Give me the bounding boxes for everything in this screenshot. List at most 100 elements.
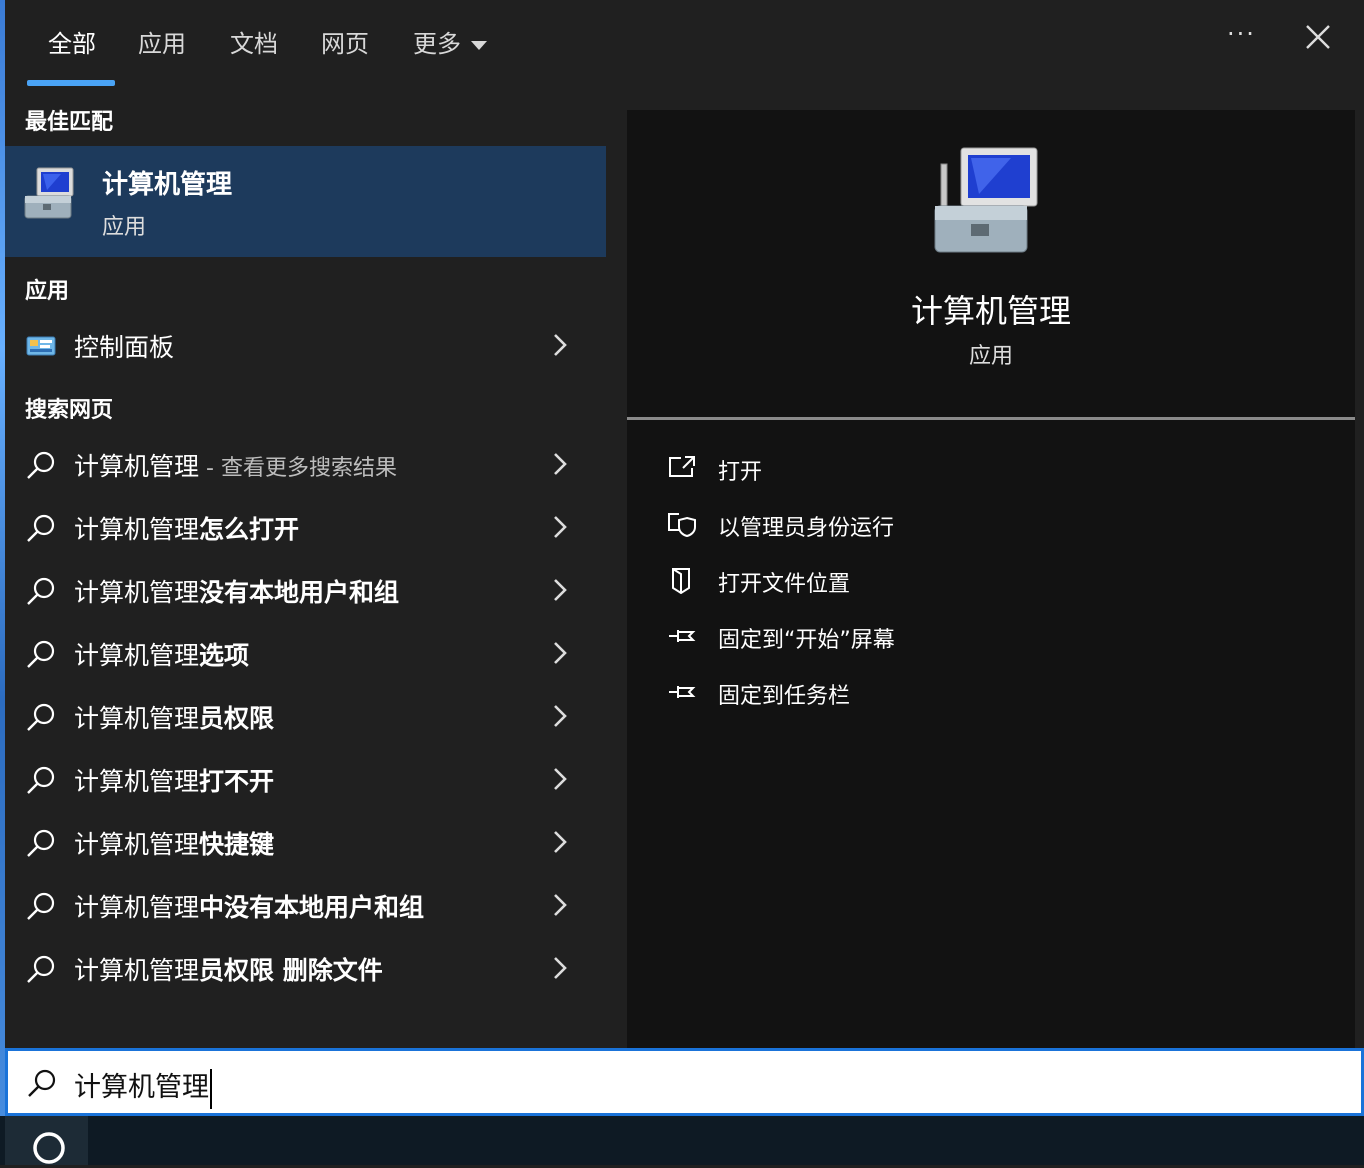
search-icon <box>27 766 55 794</box>
web-result-row[interactable]: 计算机管理选项 <box>5 624 606 684</box>
web-result-prefix: 计算机管理 <box>74 578 200 607</box>
chevron-right-icon <box>554 831 567 853</box>
web-result-prefix: 计算机管理 <box>74 515 200 544</box>
preview-header: 计算机管理 应用 <box>627 110 1355 420</box>
web-result-label: 计算机管理打不开 <box>74 762 274 798</box>
web-result-bold: 选项 <box>199 641 250 670</box>
web-result-label: 计算机管理没有本地用户和组 <box>74 573 399 609</box>
list-item-control-panel[interactable]: 控制面板 <box>5 316 606 376</box>
tab-more-label: 更多 <box>413 30 461 58</box>
web-result-row[interactable]: 计算机管理员权限 删除文件 <box>5 939 606 999</box>
web-result-label: 计算机管理中没有本地用户和组 <box>74 888 424 924</box>
close-icon <box>1306 25 1330 49</box>
taskbar-search-button[interactable] <box>5 1116 88 1165</box>
shield-icon <box>668 513 696 538</box>
web-result-prefix: 计算机管理 <box>74 956 200 985</box>
tab-web[interactable]: 网页 <box>321 24 369 59</box>
chevron-right-icon <box>554 894 567 916</box>
control-panel-icon <box>26 336 56 356</box>
best-match-heading: 最佳匹配 <box>25 110 114 135</box>
web-result-prefix: 计算机管理 <box>74 641 200 670</box>
web-result-label: 计算机管理选项 <box>74 636 249 672</box>
web-result-bold: 员权限 <box>199 704 275 733</box>
search-icon <box>27 451 55 479</box>
search-icon <box>33 1132 65 1164</box>
close-button[interactable] <box>1305 24 1345 60</box>
search-icon <box>27 514 55 542</box>
web-result-suffix: - 查看更多搜索结果 <box>199 456 397 481</box>
preview-panel: 计算机管理 应用 打开 以管理员身份运行 打开文件位置 固定到“开始”屏幕 固定… <box>627 110 1355 1050</box>
web-result-prefix: 计算机管理 <box>74 893 200 922</box>
search-icon <box>27 892 55 920</box>
web-result-bold: 怎么打开 <box>199 515 300 544</box>
web-result-row[interactable]: 计算机管理怎么打开 <box>5 498 606 558</box>
web-result-label: 计算机管理快捷键 <box>74 825 274 861</box>
web-result-prefix: 计算机管理 <box>74 704 200 733</box>
search-icon <box>27 955 55 983</box>
computer-management-icon <box>24 167 74 219</box>
search-icon <box>27 640 55 668</box>
web-result-row[interactable]: 计算机管理 - 查看更多搜索结果 <box>5 435 606 495</box>
chevron-right-icon <box>554 705 567 727</box>
best-match-title: 计算机管理 <box>102 170 233 200</box>
web-result-row[interactable]: 计算机管理中没有本地用户和组 <box>5 876 606 936</box>
action-label: 打开文件位置 <box>718 572 851 597</box>
web-result-label: 计算机管理员权限 <box>74 699 274 735</box>
tab-more[interactable]: 更多 <box>413 24 487 59</box>
web-result-row[interactable]: 计算机管理快捷键 <box>5 813 606 873</box>
caret-down-icon <box>471 40 487 50</box>
search-icon <box>28 1069 56 1097</box>
action-pin-to-taskbar[interactable]: 固定到任务栏 <box>667 674 1267 714</box>
web-result-bold: 中没有本地用户和组 <box>199 893 425 922</box>
pin-icon <box>669 630 696 642</box>
filter-tabs: 全部 应用 文档 网页 更多 ··· <box>5 0 1364 88</box>
search-input[interactable]: 计算机管理 <box>74 1065 212 1109</box>
active-tab-indicator <box>27 80 115 86</box>
action-open-file-location[interactable]: 打开文件位置 <box>667 562 1267 602</box>
chevron-right-icon <box>554 579 567 601</box>
chevron-right-icon <box>554 957 567 979</box>
action-label: 打开 <box>718 460 763 485</box>
more-options-button[interactable]: ··· <box>1227 20 1256 48</box>
action-label: 固定到任务栏 <box>718 684 851 709</box>
text-cursor <box>210 1068 212 1109</box>
apps-heading: 应用 <box>25 279 70 304</box>
action-label: 以管理员身份运行 <box>718 516 895 541</box>
search-icon <box>27 829 55 857</box>
chevron-right-icon <box>554 642 567 664</box>
chevron-right-icon <box>554 768 567 790</box>
tab-apps[interactable]: 应用 <box>138 24 186 59</box>
file-location-icon <box>672 568 690 594</box>
search-box[interactable]: 计算机管理 <box>5 1048 1364 1116</box>
results-panel: 最佳匹配 计算机管理 应用 应用 控制面板 搜索网页 计算机管理 - 查看更多搜… <box>5 88 606 1050</box>
action-pin-to-start[interactable]: 固定到“开始”屏幕 <box>667 618 1267 658</box>
best-match-item[interactable]: 计算机管理 应用 <box>5 146 606 257</box>
best-match-subtitle: 应用 <box>102 215 147 240</box>
web-result-prefix: 计算机管理 <box>74 830 200 859</box>
tab-all[interactable]: 全部 <box>48 24 96 59</box>
web-result-bold: 员权限 删除文件 <box>199 956 383 985</box>
web-search-heading: 搜索网页 <box>25 398 114 423</box>
search-icon <box>27 577 55 605</box>
list-item-label: 控制面板 <box>74 333 175 362</box>
action-run-as-admin[interactable]: 以管理员身份运行 <box>667 506 1267 546</box>
web-result-prefix: 计算机管理 <box>74 767 200 796</box>
web-result-prefix: 计算机管理 <box>74 452 200 481</box>
chevron-right-icon <box>554 516 567 538</box>
pin-icon <box>669 686 696 698</box>
web-result-row[interactable]: 计算机管理员权限 <box>5 687 606 747</box>
taskbar <box>0 1116 1364 1165</box>
chevron-right-icon <box>554 334 567 356</box>
preview-divider <box>627 417 1355 420</box>
tab-documents[interactable]: 文档 <box>230 24 278 59</box>
action-open[interactable]: 打开 <box>667 450 1267 490</box>
preview-subtitle: 应用 <box>968 344 1013 369</box>
web-result-row[interactable]: 计算机管理没有本地用户和组 <box>5 561 606 621</box>
web-result-label: 计算机管理怎么打开 <box>74 510 299 546</box>
chevron-right-icon <box>554 453 567 475</box>
web-result-row[interactable]: 计算机管理打不开 <box>5 750 606 810</box>
web-result-label: 计算机管理 - 查看更多搜索结果 <box>74 447 397 483</box>
open-icon <box>669 456 695 477</box>
web-result-bold: 打不开 <box>199 767 275 796</box>
search-query: 计算机管理 <box>74 1072 209 1103</box>
